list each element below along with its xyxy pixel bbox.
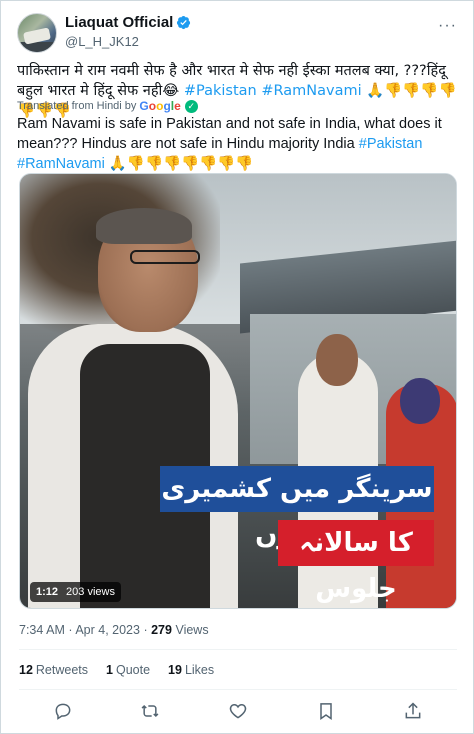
check-icon: ✓: [184, 99, 198, 113]
video-duration-badge: 1:12 203 views: [30, 582, 121, 602]
verified-badge-icon: [177, 15, 191, 30]
divider: [19, 649, 457, 650]
translated-label: Translated from Hindi by: [17, 100, 137, 112]
quotes-stat[interactable]: 1 Quote: [106, 663, 150, 677]
hashtag-pakistan[interactable]: #Pakistan: [359, 136, 423, 152]
views-count: 279: [151, 623, 172, 637]
video-duration: 1:12: [36, 586, 59, 598]
avatar[interactable]: [17, 13, 57, 53]
share-icon: [405, 702, 421, 719]
bookmark-icon: [319, 703, 332, 720]
translated-tweet-text: Ram Navami is safe in Pakistan and not s…: [17, 114, 457, 174]
video-caption-line2: کا سالانہ جلوس: [278, 520, 434, 604]
divider: [19, 689, 457, 690]
name-row: Liaquat Official: [65, 14, 191, 31]
display-name[interactable]: Liaquat Official: [65, 14, 173, 31]
views-label: Views: [175, 623, 209, 637]
translation-attribution: Translated from Hindi by Google ✓: [17, 99, 198, 113]
meta-separator: ·: [68, 623, 73, 637]
reply-button[interactable]: [49, 697, 77, 725]
video-caption-line1: سرینگر میں کشمیری پنڈتوں: [160, 466, 434, 550]
share-button[interactable]: [399, 697, 427, 725]
google-logo: Google: [139, 99, 181, 113]
tweet-header: Liaquat Official @L_H_JK12 ···: [17, 13, 457, 53]
likes-stat[interactable]: 19 Likes: [168, 663, 214, 677]
more-options-icon[interactable]: ···: [438, 17, 457, 35]
quotes-label: Quote: [115, 663, 151, 677]
reply-icon: [55, 703, 71, 720]
retweet-button[interactable]: [136, 697, 164, 725]
meta-separator: ·: [143, 623, 148, 637]
quotes-count: 1: [106, 663, 113, 677]
heart-icon: [229, 703, 247, 719]
retweets-label: Retweets: [35, 663, 89, 677]
tweet-meta: 7:34 AM · Apr 4, 2023 · 279 Views: [19, 623, 209, 637]
video-player[interactable]: سرینگر میں کشمیری پنڈتوں کا سالانہ جلوس …: [19, 173, 457, 609]
tweet-stats: 12 Retweets 1 Quote 19 Likes: [19, 663, 214, 677]
tweet-date[interactable]: Apr 4, 2023: [75, 623, 140, 637]
tweet-actions: [19, 697, 457, 725]
retweets-stat[interactable]: 12 Retweets: [19, 663, 88, 677]
hashtag-ramnavami[interactable]: #RamNavami: [17, 156, 105, 172]
original-hashtags[interactable]: #Pakistan #RamNavami: [184, 83, 362, 99]
likes-label: Likes: [184, 663, 215, 677]
likes-count: 19: [168, 663, 182, 677]
video-views: 203 views: [66, 586, 115, 598]
retweet-icon: [141, 704, 159, 718]
retweets-count: 12: [19, 663, 33, 677]
bookmark-button[interactable]: [312, 697, 340, 725]
like-button[interactable]: [224, 697, 252, 725]
handle[interactable]: @L_H_JK12: [65, 34, 139, 49]
translated-emoji: 🙏👎👎👎👎👎👎👎: [108, 156, 254, 172]
tweet-time[interactable]: 7:34 AM: [19, 623, 65, 637]
tweet-card: Liaquat Official @L_H_JK12 ··· पाकिस्तान…: [0, 0, 474, 734]
